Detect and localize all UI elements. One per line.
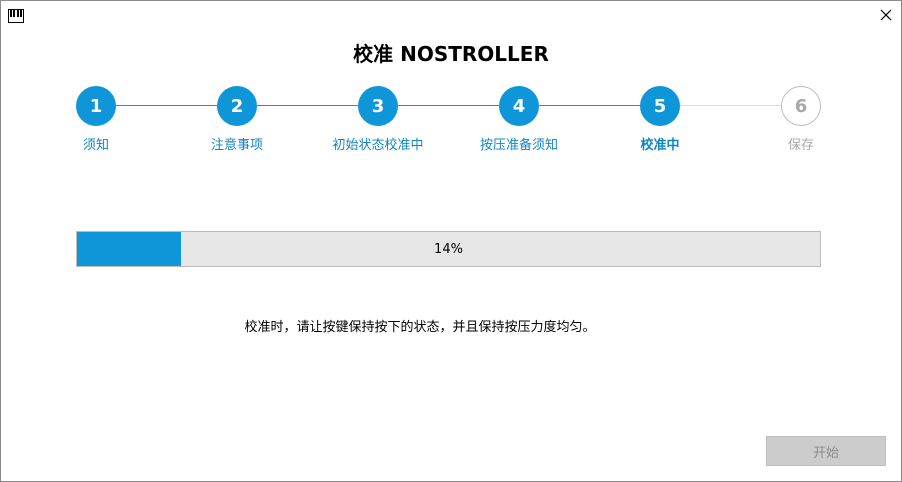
step-1-label: 须知 [82, 138, 109, 153]
step-6-label: 保存 [787, 138, 814, 153]
step-indicator: 1 2 3 4 5 6 须知 注意事项 初始状态校准中 按压准备须知 校准中 保… [0, 0, 902, 160]
step-5-label: 校准中 [640, 138, 680, 153]
step-3-circle: 3 [358, 86, 398, 126]
step-3-label: 初始状态校准中 [332, 138, 424, 153]
step-connector [680, 105, 781, 106]
step-4-label: 按压准备须知 [479, 138, 558, 153]
step-5-circle: 5 [640, 86, 680, 126]
step-2-circle: 2 [217, 86, 257, 126]
progress-percent-text: 14% [434, 241, 463, 257]
step-1-circle: 1 [76, 86, 116, 126]
step-2-label: 注意事项 [210, 138, 263, 153]
step-connector [539, 105, 640, 106]
step-4-circle: 4 [499, 86, 539, 126]
step-connector [257, 105, 358, 106]
step-connector [116, 105, 217, 106]
step-connector [398, 105, 499, 106]
calibration-progress-bar: 14% [76, 231, 821, 267]
start-button[interactable]: 开始 [766, 436, 886, 466]
instruction-text: 校准时，请让按键保持按下的状态，并且保持按压力度均匀。 [244, 320, 596, 335]
step-6-circle: 6 [781, 86, 821, 126]
